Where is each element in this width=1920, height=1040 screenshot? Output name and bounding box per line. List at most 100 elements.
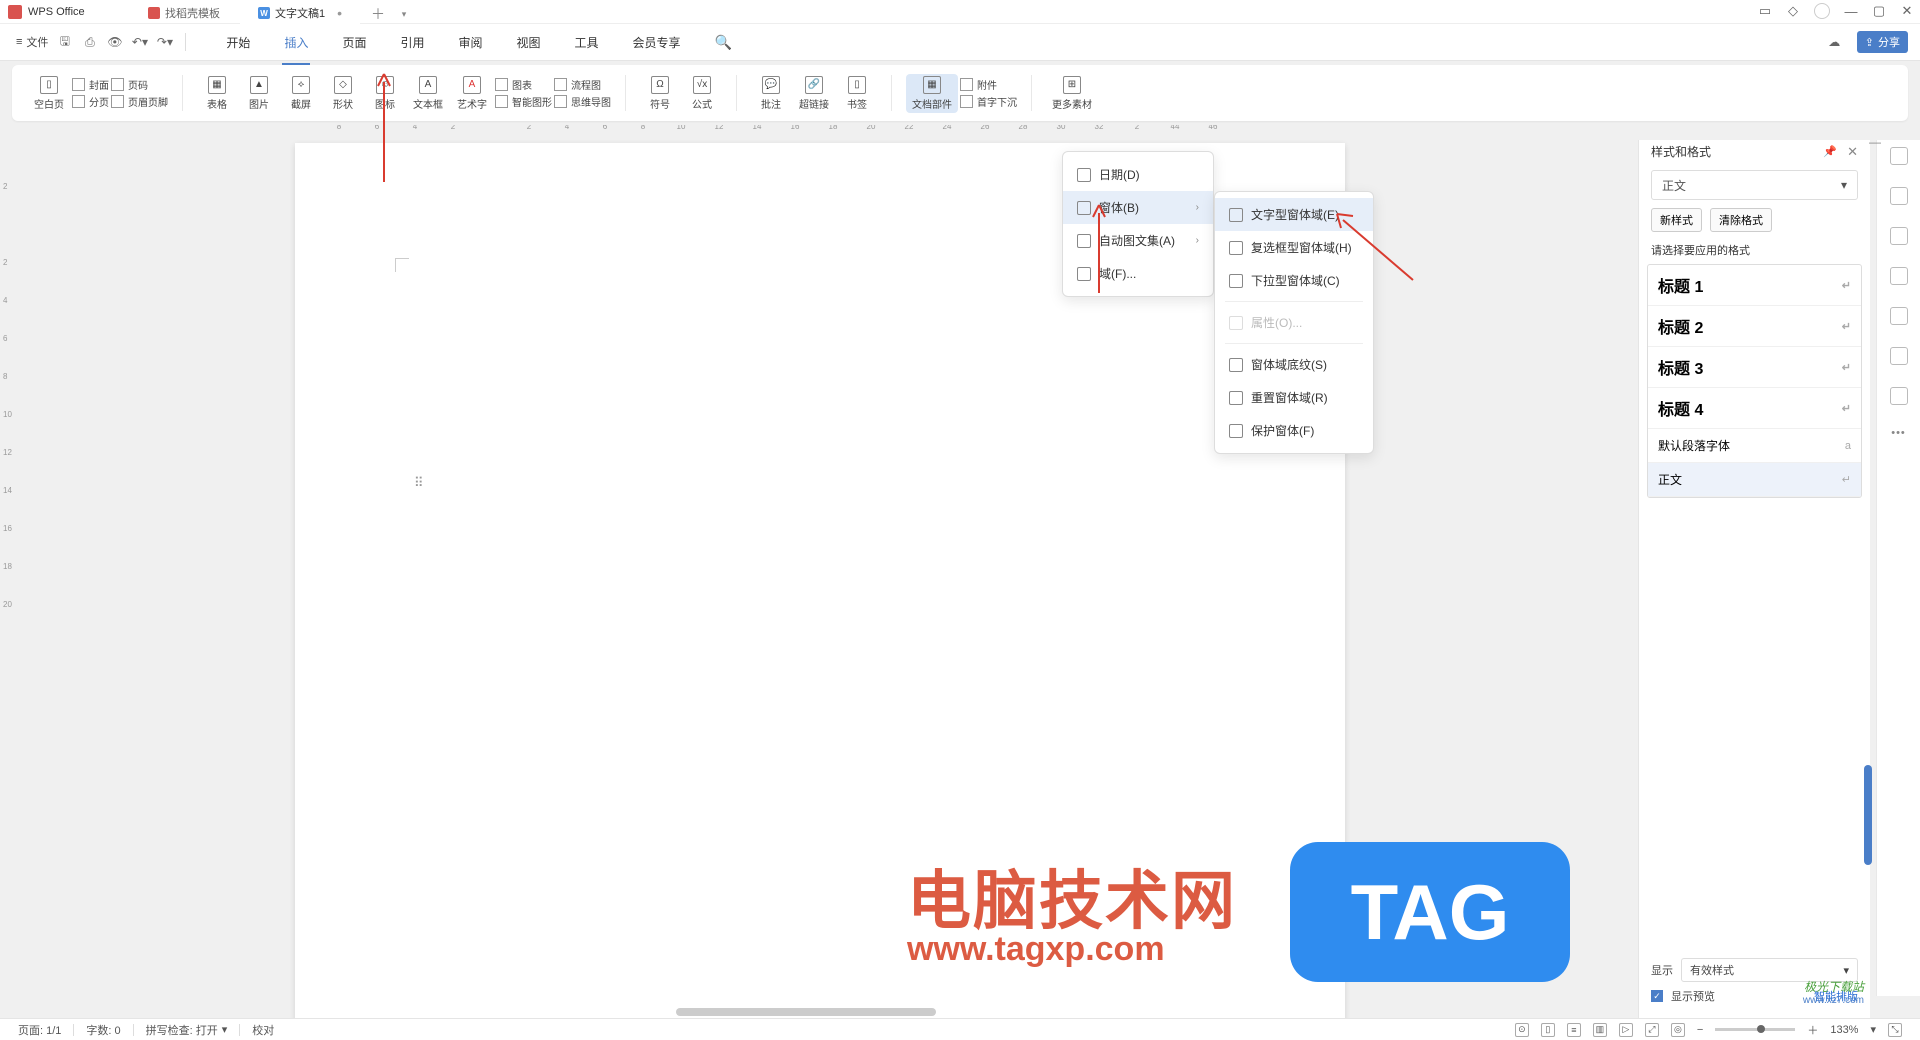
view-fullscreen-icon[interactable]: ⤢ xyxy=(1645,1023,1659,1037)
formula-button[interactable]: √x公式 xyxy=(682,74,722,113)
rail-edit-icon[interactable] xyxy=(1890,147,1908,165)
chart-button[interactable]: 图表 xyxy=(495,77,552,92)
zoom-out-button[interactable]: − xyxy=(1697,1024,1703,1036)
style-heading2[interactable]: 标题 2↵ xyxy=(1648,306,1861,347)
tab-tool[interactable]: 工具 xyxy=(573,30,601,55)
doc-part-button[interactable]: ▦文档部件 xyxy=(906,74,958,113)
style-heading4[interactable]: 标题 4↵ xyxy=(1648,388,1861,429)
tab-vip[interactable]: 会员专享 xyxy=(631,30,683,55)
page-status[interactable]: 页面: 1/1 xyxy=(18,1022,61,1038)
bookmark-button[interactable]: ▯书签 xyxy=(837,74,877,113)
mindmap-button[interactable]: 思维导图 xyxy=(554,94,611,109)
rail-help-icon[interactable] xyxy=(1890,387,1908,405)
menu-date[interactable]: 日期(D) xyxy=(1063,158,1213,191)
blank-page-button[interactable]: ▯空白页 xyxy=(28,74,70,113)
view-web-icon[interactable]: ▥ xyxy=(1593,1023,1607,1037)
close-icon[interactable]: • xyxy=(337,5,342,21)
proof-status[interactable]: 校对 xyxy=(252,1022,274,1038)
cube-icon[interactable]: ◇ xyxy=(1786,4,1800,18)
shape-button[interactable]: ◇形状 xyxy=(323,74,363,113)
tab-page[interactable]: 页面 xyxy=(340,30,368,55)
avatar[interactable] xyxy=(1814,3,1830,19)
menu-form-shading[interactable]: 窗体域底纹(S) xyxy=(1215,348,1373,381)
minimize-button[interactable]: — xyxy=(1844,4,1858,18)
smart-layout-link[interactable]: 智能排版 xyxy=(1814,988,1858,1004)
wordart-button[interactable]: A艺术字 xyxy=(451,74,493,113)
zoom-dropdown-icon[interactable]: ▾ xyxy=(1870,1023,1876,1036)
current-style-select[interactable]: 正文▾ xyxy=(1651,170,1858,200)
share-button[interactable]: ⇪分享 xyxy=(1857,31,1908,53)
expand-icon[interactable]: ⤡ xyxy=(1888,1023,1902,1037)
rail-book-icon[interactable] xyxy=(1890,347,1908,365)
table-button[interactable]: ▦表格 xyxy=(197,74,237,113)
word-count[interactable]: 字数: 0 xyxy=(86,1022,120,1038)
cover-button[interactable]: 封面 xyxy=(72,77,109,92)
new-style-button[interactable]: 新样式 xyxy=(1651,208,1702,232)
more-material-button[interactable]: ⊞更多素材 xyxy=(1046,74,1098,113)
horizontal-scrollbar[interactable] xyxy=(40,1008,1630,1016)
tab-dropdown-button[interactable]: ▾ xyxy=(394,4,414,24)
tab-view[interactable]: 视图 xyxy=(515,30,543,55)
view-outline-icon[interactable]: ≡ xyxy=(1567,1023,1581,1037)
zoom-slider[interactable] xyxy=(1715,1028,1795,1031)
pin-icon[interactable]: 📌 xyxy=(1823,145,1837,158)
picture-button[interactable]: ▲图片 xyxy=(239,74,279,113)
zoom-fit-icon[interactable]: ◎ xyxy=(1671,1023,1685,1037)
file-menu[interactable]: ≡ 文件 xyxy=(12,34,52,50)
style-heading3[interactable]: 标题 3↵ xyxy=(1648,347,1861,388)
page-number-button[interactable]: 页码 xyxy=(111,77,168,92)
redo-icon[interactable]: ↷▾ xyxy=(157,35,172,50)
vertical-scrollbar[interactable] xyxy=(1864,145,1872,1014)
tab-insert[interactable]: 插入 xyxy=(282,30,310,55)
tab-start[interactable]: 开始 xyxy=(224,30,252,55)
filter-select[interactable]: 有效样式▾ xyxy=(1681,958,1858,982)
menu-reset-form[interactable]: 重置窗体域(R) xyxy=(1215,381,1373,414)
menu-field[interactable]: 域(F)... xyxy=(1063,257,1213,290)
smartart-button[interactable]: 智能图形 xyxy=(495,94,552,109)
comment-button[interactable]: 💬批注 xyxy=(751,74,791,113)
cloud-icon[interactable]: ☁ xyxy=(1827,35,1842,50)
style-body[interactable]: 正文↵ xyxy=(1648,463,1861,497)
view-page-icon[interactable]: ▯ xyxy=(1541,1023,1555,1037)
textbox-button[interactable]: A文本框 xyxy=(407,74,449,113)
dropcap-button[interactable]: 首字下沉 xyxy=(960,94,1017,109)
reader-icon[interactable]: ▭ xyxy=(1758,4,1772,18)
undo-icon[interactable]: ↶▾ xyxy=(132,35,147,50)
tab-ref[interactable]: 引用 xyxy=(398,30,426,55)
rail-refresh-icon[interactable] xyxy=(1890,227,1908,245)
hyperlink-button[interactable]: 🔗超链接 xyxy=(793,74,835,113)
focus-mode-icon[interactable]: ⊙ xyxy=(1515,1023,1529,1037)
screenshot-button[interactable]: ⟡截屏 xyxy=(281,74,321,113)
style-heading1[interactable]: 标题 1↵ xyxy=(1648,265,1861,306)
header-footer-button[interactable]: 页眉页脚 xyxy=(111,94,168,109)
tab-templates[interactable]: 找稻壳模板 xyxy=(130,2,238,24)
rail-link-icon[interactable] xyxy=(1890,307,1908,325)
style-default-font[interactable]: 默认段落字体a xyxy=(1648,429,1861,463)
print-preview-icon[interactable]: 👁 xyxy=(107,35,122,50)
print-icon[interactable]: ⎙ xyxy=(82,35,97,50)
attach-button[interactable]: 附件 xyxy=(960,77,1017,92)
close-panel-icon[interactable]: ✕ xyxy=(1847,144,1858,160)
clear-format-button[interactable]: 清除格式 xyxy=(1710,208,1772,232)
close-button[interactable]: ✕ xyxy=(1900,4,1914,18)
save-icon[interactable]: 🖫 xyxy=(57,35,72,50)
page-break-button[interactable]: 分页 xyxy=(72,94,109,109)
zoom-in-button[interactable]: ＋ xyxy=(1807,1022,1818,1038)
spell-check-status[interactable]: 拼写检查: 打开 xyxy=(146,1022,218,1038)
menu-protect-form[interactable]: 保护窗体(F) xyxy=(1215,414,1373,447)
rail-gallery-icon[interactable] xyxy=(1890,267,1908,285)
view-read-icon[interactable]: ▷ xyxy=(1619,1023,1633,1037)
rail-more-icon[interactable]: ••• xyxy=(1891,427,1906,439)
menu-autotext[interactable]: 自动图文集(A)› xyxy=(1063,224,1213,257)
rail-select-icon[interactable] xyxy=(1890,187,1908,205)
tab-review[interactable]: 审阅 xyxy=(456,30,484,55)
search-button[interactable]: 🔍 xyxy=(713,30,734,55)
zoom-level[interactable]: 133% xyxy=(1830,1024,1858,1036)
new-tab-button[interactable]: ＋ xyxy=(368,4,388,24)
flowchart-button[interactable]: 流程图 xyxy=(554,77,611,92)
preview-checkbox[interactable]: ✓ xyxy=(1651,990,1663,1002)
maximize-button[interactable]: ▢ xyxy=(1872,4,1886,18)
symbol-button[interactable]: Ω符号 xyxy=(640,74,680,113)
menu-form[interactable]: 窗体(B)› xyxy=(1063,191,1213,224)
tab-document[interactable]: W 文字文稿1 • xyxy=(240,2,360,24)
